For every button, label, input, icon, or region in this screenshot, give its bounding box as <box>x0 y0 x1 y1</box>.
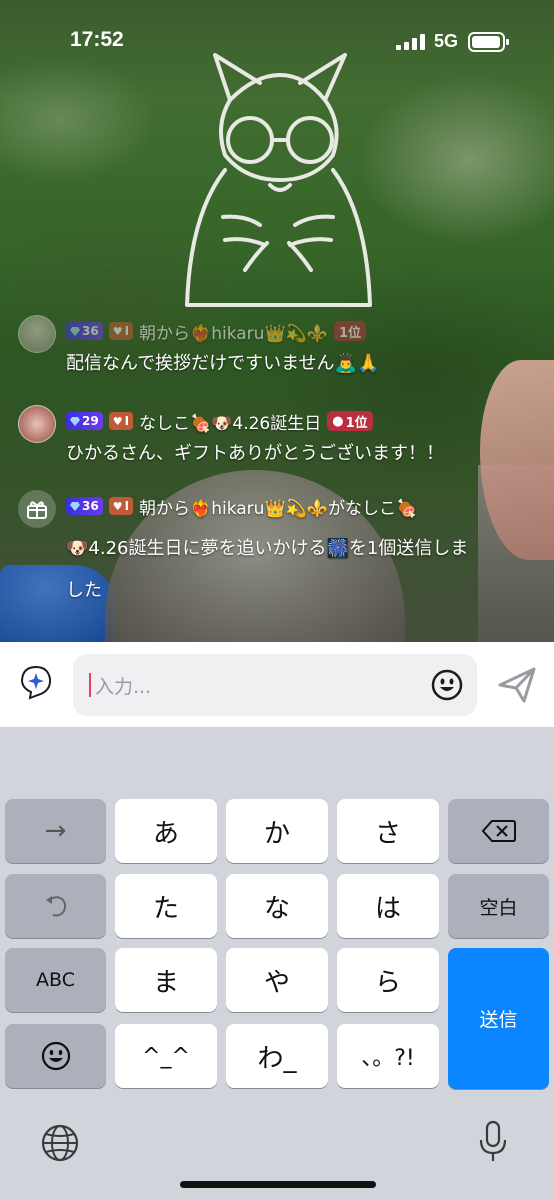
globe-icon[interactable] <box>40 1123 80 1163</box>
chat-username[interactable]: なしこ🍖🐶4.26誕生日 <box>139 409 321 434</box>
diamond-icon <box>70 501 80 511</box>
medal-icon: ● <box>332 413 344 429</box>
send-arrow-icon[interactable] <box>497 666 537 704</box>
space-key[interactable]: 空白 <box>448 874 549 938</box>
diamond-icon <box>70 326 80 336</box>
key-ya[interactable]: や <box>226 948 328 1012</box>
key-a[interactable]: あ <box>115 799 217 863</box>
key-ta[interactable]: た <box>115 874 217 938</box>
user-avatar[interactable] <box>18 315 56 353</box>
gem-level-badge: 36 <box>66 497 103 515</box>
smiley-icon[interactable] <box>431 669 463 701</box>
chat-message-header: 29 ♥ I なしこ🍖🐶4.26誕生日 ● 1位 <box>66 408 373 434</box>
text-caret <box>89 673 91 697</box>
gift-icon <box>18 490 56 528</box>
key-ka[interactable]: か <box>226 799 328 863</box>
user-avatar[interactable] <box>18 405 56 443</box>
chat-message-header: 36 ♥ I 朝から❤️‍🔥hikaru👑💫⚜️がなしこ🍖 <box>66 493 417 519</box>
chat-message-text: ひかるさん、ギフトありがとうございます！！ <box>66 443 444 464</box>
heart-level-badge: ♥ I <box>108 412 134 430</box>
home-indicator[interactable] <box>180 1181 376 1188</box>
chat-message-text: 配信なんで挨拶だけですいません🙇‍♂️🙏 <box>66 353 380 374</box>
key-sa[interactable]: さ <box>337 799 439 863</box>
punctuation-key[interactable]: 、。?! <box>337 1024 439 1088</box>
key-na[interactable]: な <box>226 874 328 938</box>
heart-icon: ♥ <box>112 499 123 513</box>
key-wa[interactable]: わ_ <box>226 1024 328 1088</box>
chat-message-header: 36 ♥ I 朝から❤️‍🔥hikaru👑💫⚜️ 1位 <box>66 318 367 344</box>
key-ra[interactable]: ら <box>337 948 439 1012</box>
microphone-icon[interactable] <box>478 1120 508 1164</box>
smiley-icon <box>41 1041 70 1071</box>
delete-key[interactable] <box>448 799 549 863</box>
emoji-key[interactable] <box>5 1024 106 1088</box>
heart-level-badge: ♥ I <box>108 497 134 515</box>
key-ma[interactable]: ま <box>115 948 217 1012</box>
undo-key[interactable] <box>5 874 106 938</box>
rank-badge: 1位 <box>333 321 367 341</box>
heart-icon: ♥ <box>112 414 123 428</box>
diamond-icon <box>70 416 80 426</box>
comment-input[interactable]: 入力... <box>73 654 477 716</box>
chat-username[interactable]: 朝から❤️‍🔥hikaru👑💫⚜️ <box>139 319 328 344</box>
gem-level-badge: 29 <box>66 412 103 430</box>
backspace-icon <box>481 820 516 842</box>
gift-text-line: 朝から❤️‍🔥hikaru👑💫⚜️がなしこ🍖 <box>139 498 418 519</box>
heart-icon: ♥ <box>112 324 123 338</box>
kaomoji-key[interactable]: ^_^ <box>115 1024 217 1088</box>
gem-level-badge: 36 <box>66 322 103 340</box>
gift-text-line: 🐶4.26誕生日に夢を追いかける🎆を1個送信しま <box>66 538 469 559</box>
heart-level-badge: ♥ I <box>108 322 134 340</box>
rank-badge: ● 1位 <box>327 411 373 431</box>
abc-key[interactable]: ABC <box>5 948 106 1012</box>
comment-input-placeholder: 入力... <box>95 676 152 698</box>
undo-icon <box>45 896 66 917</box>
send-key[interactable]: 送信 <box>448 948 549 1089</box>
live-chat: 36 ♥ I 朝から❤️‍🔥hikaru👑💫⚜️ 1位 配信なんで挨拶だけですい… <box>0 0 554 642</box>
key-ha[interactable]: は <box>337 874 439 938</box>
next-candidate-key[interactable]: → <box>5 799 106 863</box>
sparkle-icon[interactable] <box>18 664 54 700</box>
gift-text-line: した <box>66 580 102 601</box>
comment-input-bar: 入力... <box>0 642 554 727</box>
japanese-keyboard: → あ か さ た な は 空白 ABC ま や ら 送信 ^_^ わ_ 、。?… <box>0 727 554 1200</box>
